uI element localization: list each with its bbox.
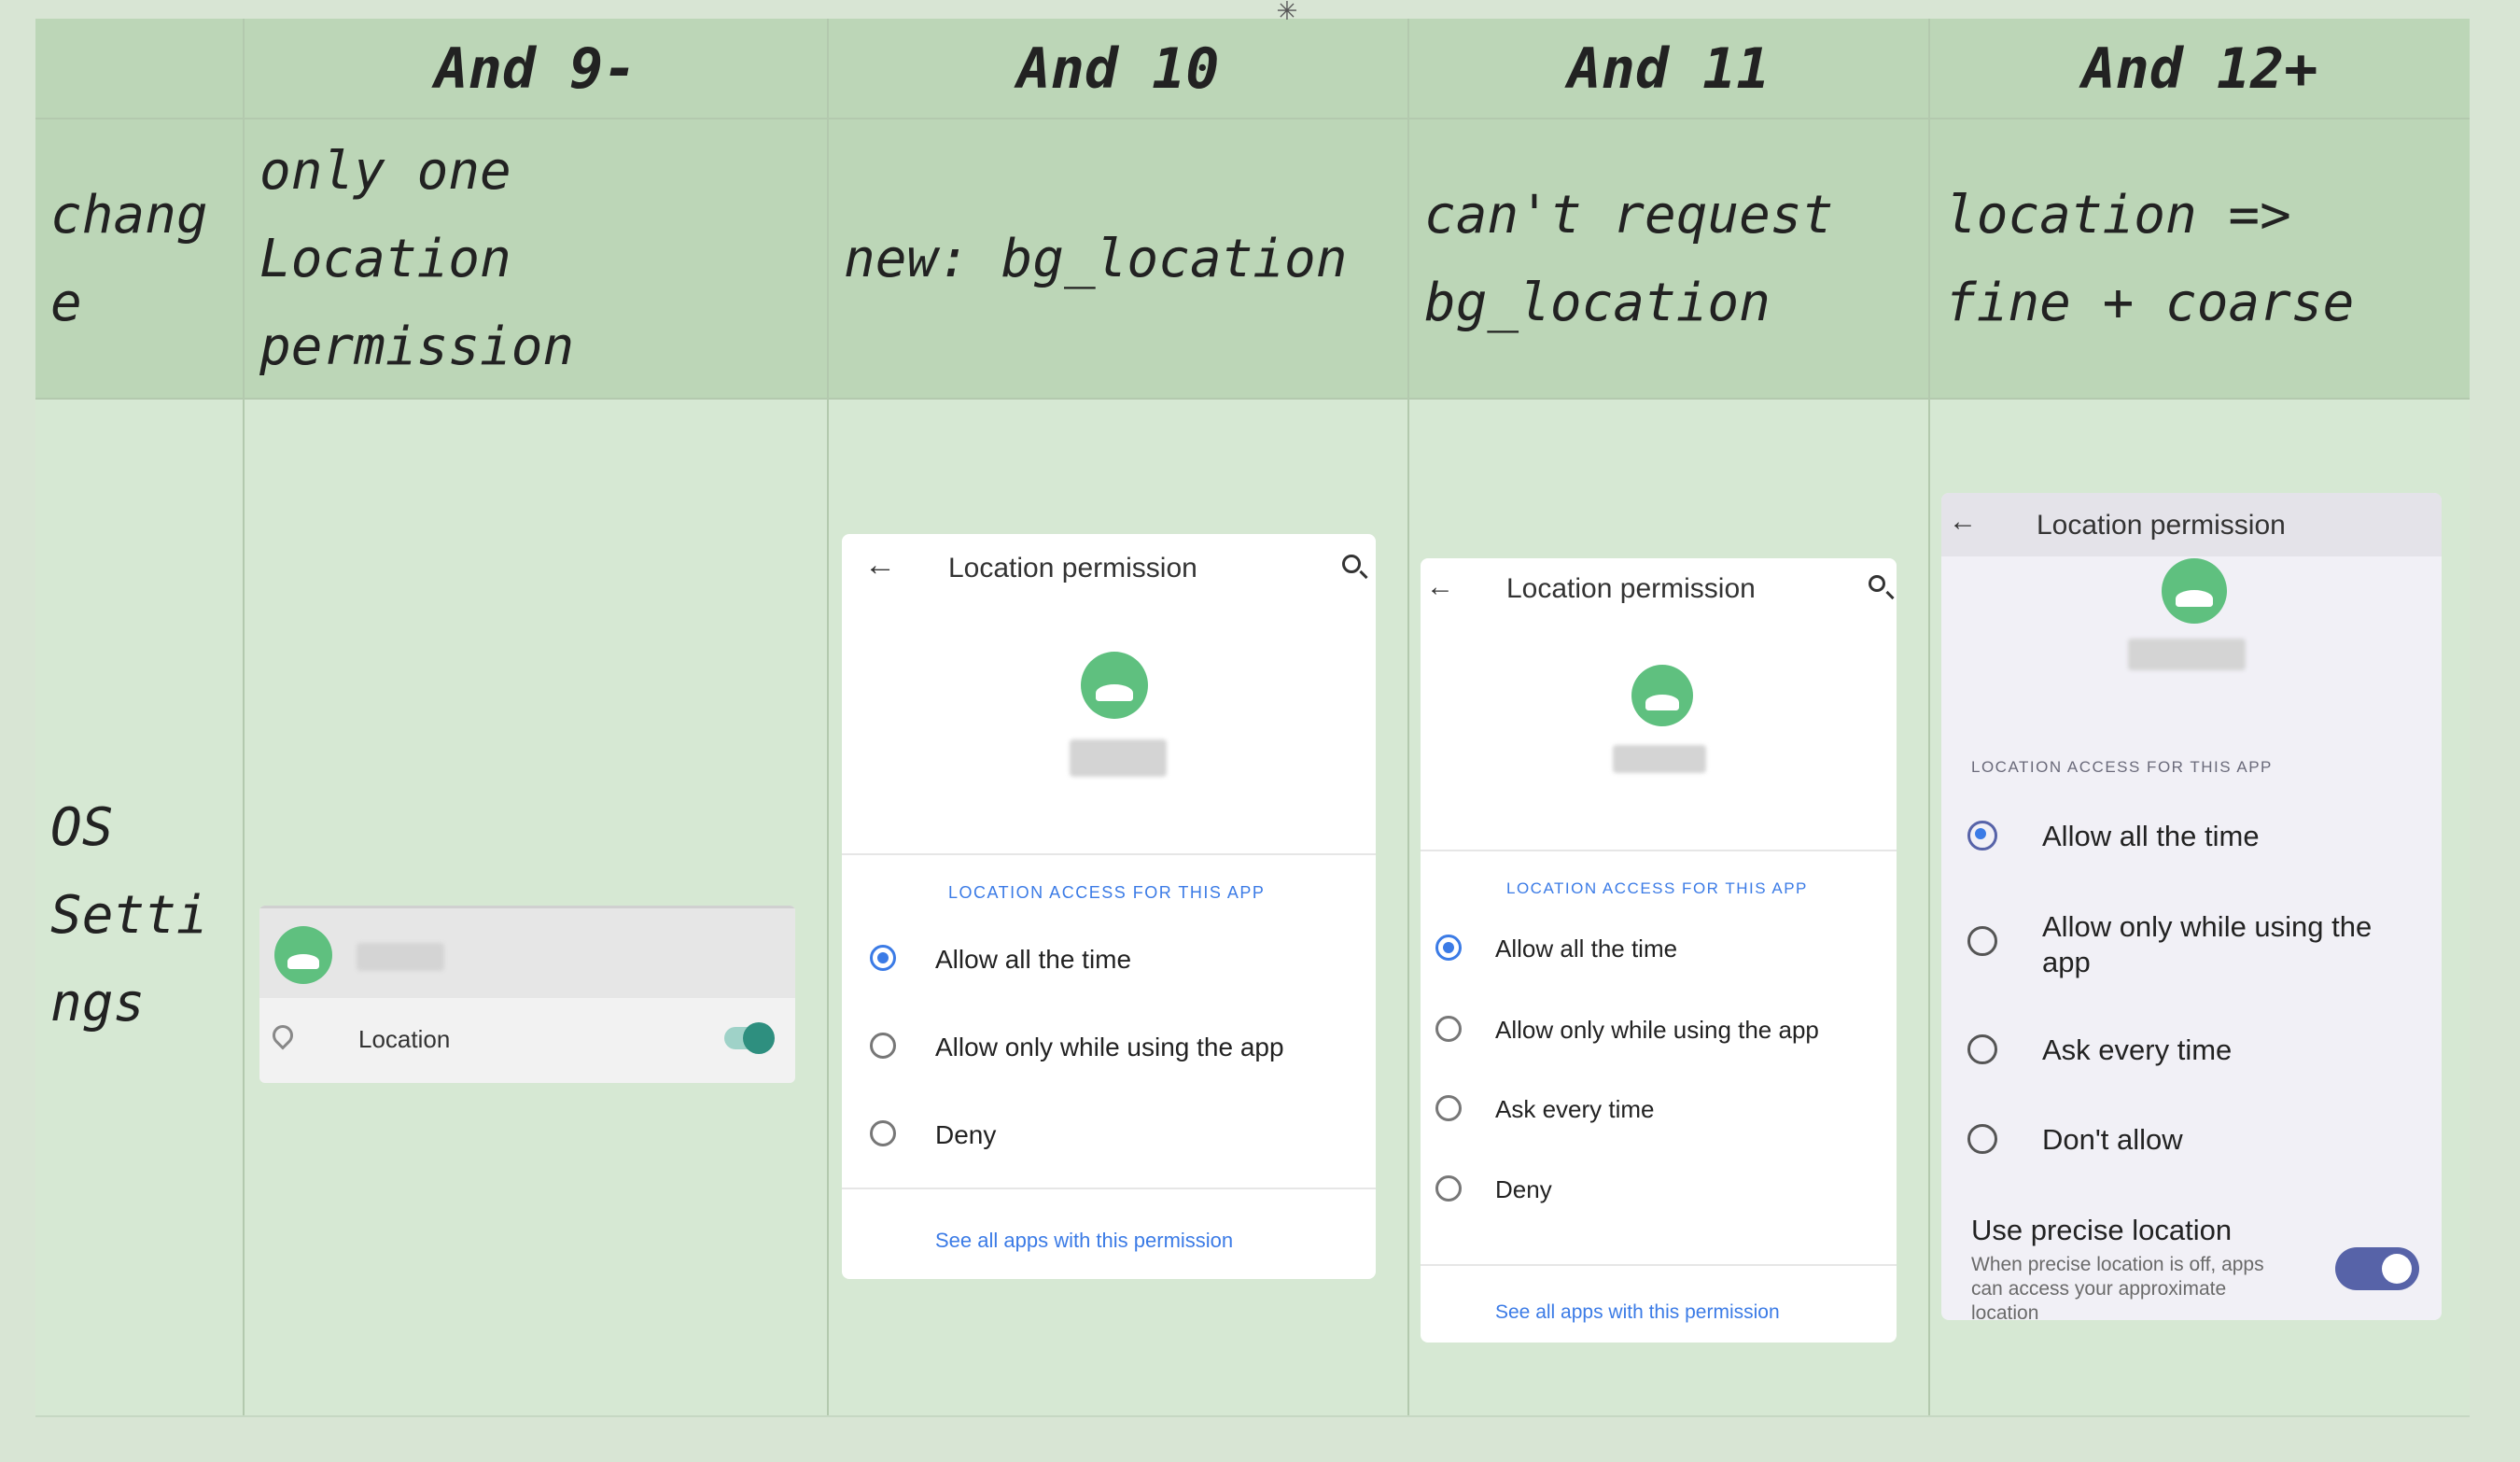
search-icon[interactable]	[1342, 555, 1361, 573]
section-header: LOCATION ACCESS FOR THIS APP	[1506, 879, 1808, 897]
header-empty	[35, 19, 243, 119]
option-ask-every-time[interactable]: Ask every time	[2042, 1033, 2232, 1067]
option-allow-while-using[interactable]: Allow only while using the app	[2042, 909, 2372, 980]
app-header	[259, 906, 795, 998]
blurred-app-name	[1613, 745, 1706, 773]
change-android-11: can't request bg_location	[1424, 185, 1834, 333]
android-app-icon	[274, 926, 332, 984]
back-arrow-icon[interactable]: ←	[1426, 571, 1454, 603]
os-settings-label: OS Setti ngs	[50, 797, 208, 1033]
see-all-apps-link[interactable]: See all apps with this permission	[935, 1229, 1233, 1253]
location-toggle[interactable]	[724, 1022, 775, 1054]
header-android-9: And 9-	[434, 36, 637, 102]
back-arrow-icon[interactable]: ←	[1949, 506, 1977, 538]
radio-allow-all-time[interactable]	[1435, 935, 1462, 961]
see-all-apps-link[interactable]: See all apps with this permission	[1495, 1301, 1780, 1324]
toggle-knob	[743, 1022, 775, 1054]
option-allow-all-time[interactable]: Allow all the time	[935, 945, 1131, 975]
option-ask-every-time[interactable]: Ask every time	[1495, 1095, 1655, 1124]
android-app-icon	[1631, 665, 1693, 726]
radio-allow-while-using[interactable]	[1435, 1016, 1462, 1042]
radio-allow-all-time[interactable]	[870, 945, 896, 971]
option-allow-all-time[interactable]: Allow all the time	[1495, 935, 1677, 963]
radio-deny[interactable]	[870, 1120, 896, 1146]
divider	[842, 1188, 1376, 1189]
header-android-11: And 11	[1567, 36, 1771, 102]
header-android-10: And 10	[1016, 36, 1220, 102]
android9-settings-screen: Location	[259, 906, 795, 1083]
change-android-9: only one Location permission	[259, 141, 575, 377]
option-allow-while-using[interactable]: Allow only while using the app	[1495, 1016, 1819, 1045]
screen-title: Location permission	[1506, 573, 1756, 604]
divider	[1421, 850, 1897, 851]
header-android-12: And 12+	[2081, 36, 2318, 102]
android-app-icon	[2162, 558, 2227, 624]
divider	[1421, 1264, 1897, 1266]
change-label: chang e	[50, 185, 208, 333]
radio-ask-every-time[interactable]	[1967, 1034, 1997, 1064]
android-app-icon	[1081, 652, 1148, 719]
blurred-app-name	[357, 943, 444, 971]
option-deny[interactable]: Deny	[935, 1120, 996, 1150]
section-header: LOCATION ACCESS FOR THIS APP	[1971, 758, 2273, 776]
radio-allow-while-using[interactable]	[1967, 926, 1997, 956]
change-android-10: new: bg_location	[844, 229, 1348, 289]
divider	[842, 853, 1376, 855]
radio-allow-while-using[interactable]	[870, 1033, 896, 1059]
radio-dont-allow[interactable]	[1967, 1124, 1997, 1154]
option-allow-while-using[interactable]: Allow only while using the app	[935, 1033, 1284, 1062]
precise-location-title: Use precise location	[1971, 1214, 2233, 1246]
location-pin-icon	[268, 1020, 298, 1050]
android10-permission-screen: ← Location permission LOCATION ACCESS FO…	[842, 534, 1376, 1279]
blurred-app-name	[1070, 739, 1167, 777]
android12-permission-screen: ← Location permission LOCATION ACCESS FO…	[1941, 493, 2442, 1320]
precise-location-toggle[interactable]	[2335, 1247, 2419, 1290]
section-header: LOCATION ACCESS FOR THIS APP	[948, 883, 1266, 902]
screen-title: Location permission	[948, 553, 1197, 583]
radio-deny[interactable]	[1435, 1175, 1462, 1202]
toggle-knob	[2382, 1254, 2412, 1284]
change-android-12: location => fine + coarse	[1945, 185, 2355, 333]
blurred-app-name	[2128, 639, 2246, 670]
screen-title: Location permission	[2037, 510, 2286, 541]
snowflake-icon: ✳	[1277, 0, 1297, 28]
option-deny[interactable]: Deny	[1495, 1175, 1552, 1204]
precise-location-description: When precise location is off, apps can a…	[1971, 1254, 2264, 1320]
back-arrow-icon[interactable]: ←	[864, 549, 896, 581]
search-icon[interactable]	[1869, 575, 1885, 592]
android11-permission-screen: ← Location permission LOCATION ACCESS FO…	[1421, 558, 1897, 1343]
option-allow-all-time[interactable]: Allow all the time	[2042, 820, 2260, 853]
location-label: Location	[358, 1025, 451, 1053]
option-dont-allow[interactable]: Don't allow	[2042, 1123, 2183, 1157]
radio-allow-all-time[interactable]	[1967, 821, 1997, 850]
radio-ask-every-time[interactable]	[1435, 1095, 1462, 1121]
